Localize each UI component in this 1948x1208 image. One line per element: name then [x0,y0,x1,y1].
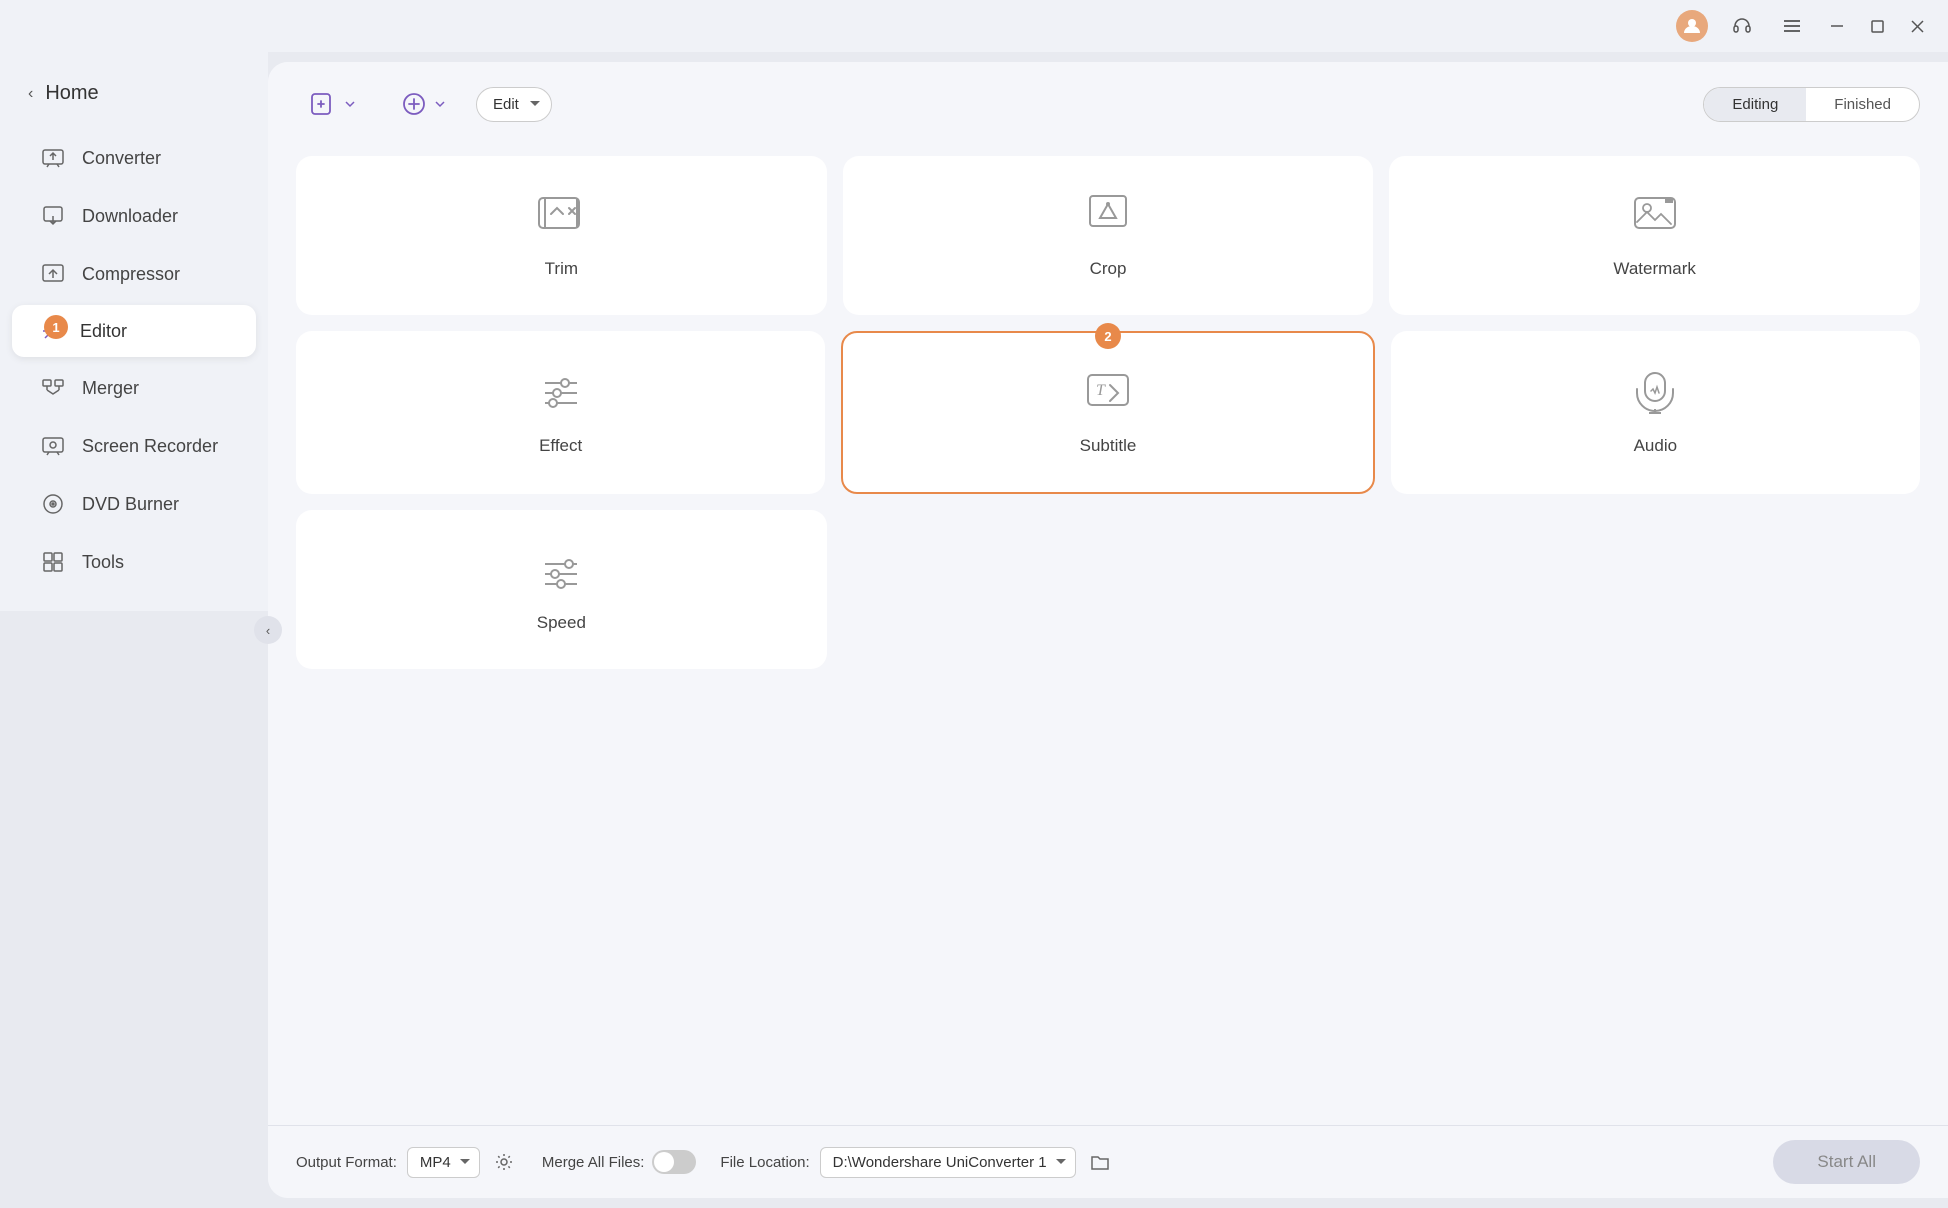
grid-row-3: Speed [296,510,1920,669]
tab-finished[interactable]: Finished [1806,88,1919,121]
converter-label: Converter [82,148,161,169]
add-file-button-1[interactable] [296,82,370,126]
bottom-bar: Output Format: MP4 Merge All Files: File… [268,1125,1948,1198]
downloader-icon [40,203,66,229]
toolbar: Edit Editing Finished [268,62,1948,146]
sidebar-wrapper: ‹ Home Converter Downloader [0,52,268,1208]
trim-icon [535,192,587,249]
dvd-burner-label: DVD Burner [82,494,179,515]
subtitle-icon: T [1082,369,1134,426]
screen-recorder-label: Screen Recorder [82,436,218,457]
editor-label: Editor [80,321,127,342]
watermark-card[interactable]: Watermark [1389,156,1920,315]
sidebar-item-tools[interactable]: Tools [12,535,256,589]
main-content: Edit Editing Finished [268,62,1948,1198]
close-button[interactable] [1906,15,1928,37]
speed-label: Speed [537,613,586,633]
editor-icon-wrapper: 1 [40,319,64,343]
output-settings-icon[interactable] [490,1148,518,1176]
sidebar-home[interactable]: ‹ Home [0,72,268,129]
compressor-label: Compressor [82,264,180,285]
trim-label: Trim [545,259,578,279]
empty-card-2 [1389,510,1920,669]
sidebar-home-label: Home [45,82,98,105]
sidebar-item-dvd-burner[interactable]: DVD Burner [12,477,256,531]
speed-icon [535,546,587,603]
downloader-label: Downloader [82,206,178,227]
headphone-icon[interactable] [1726,10,1758,42]
grid-row-2: Effect 2 T Subtitle [296,331,1920,494]
output-format-select[interactable]: MP4 [407,1147,480,1178]
sidebar-collapse-button[interactable]: ‹ [254,616,282,644]
sidebar-item-downloader[interactable]: Downloader [12,189,256,243]
start-all-button[interactable]: Start All [1773,1140,1920,1184]
back-chevron-icon: ‹ [28,85,33,103]
minimize-button[interactable] [1826,15,1848,37]
screen-recorder-icon [40,433,66,459]
file-location-label: File Location: [720,1154,809,1171]
merger-label: Merger [82,378,139,399]
folder-icon[interactable] [1086,1148,1114,1176]
title-bar [0,0,1948,52]
grid-row-1: Trim Crop [296,156,1920,315]
file-location-select[interactable]: D:\Wondershare UniConverter 1 [820,1147,1076,1178]
output-format-label: Output Format: [296,1154,397,1171]
effect-card[interactable]: Effect [296,331,825,494]
crop-icon [1082,192,1134,249]
sidebar-item-editor[interactable]: 1 Editor [12,305,256,357]
compressor-icon [40,261,66,287]
empty-card-1 [843,510,1374,669]
tab-group: Editing Finished [1703,87,1920,122]
menu-icon[interactable] [1776,10,1808,42]
converter-icon [40,145,66,171]
crop-card[interactable]: Crop [843,156,1374,315]
audio-icon [1629,369,1681,426]
tools-label: Tools [82,552,124,573]
add-file-button-2[interactable] [386,82,460,126]
output-format-field: Output Format: MP4 [296,1147,518,1178]
sidebar-item-merger[interactable]: Merger [12,361,256,415]
effect-icon [535,369,587,426]
editor-badge: 1 [44,315,68,339]
merge-all-files-field: Merge All Files: [542,1150,697,1174]
merge-toggle-switch[interactable] [652,1150,696,1174]
merger-icon [40,375,66,401]
title-bar-icons [1676,10,1928,42]
svg-text:T: T [1096,382,1106,399]
sidebar-item-converter[interactable]: Converter [12,131,256,185]
audio-card[interactable]: Audio [1391,331,1920,494]
app-body: ‹ Home Converter Downloader [0,52,1948,1208]
sidebar: ‹ Home Converter Downloader [0,52,268,611]
sidebar-item-screen-recorder[interactable]: Screen Recorder [12,419,256,473]
watermark-label: Watermark [1613,259,1696,279]
watermark-icon [1629,192,1681,249]
file-location-field: File Location: D:\Wondershare UniConvert… [720,1147,1113,1178]
tab-editing[interactable]: Editing [1704,88,1806,121]
merge-label: Merge All Files: [542,1154,645,1171]
tools-icon [40,549,66,575]
dvd-burner-icon [40,491,66,517]
maximize-button[interactable] [1866,15,1888,37]
sidebar-item-compressor[interactable]: Compressor [12,247,256,301]
grid-container: Trim Crop [268,146,1948,1125]
audio-label: Audio [1634,436,1677,456]
trim-card[interactable]: Trim [296,156,827,315]
crop-label: Crop [1090,259,1127,279]
edit-dropdown[interactable]: Edit [476,87,552,122]
subtitle-label: Subtitle [1080,436,1137,456]
subtitle-badge: 2 [1095,323,1121,349]
user-icon[interactable] [1676,10,1708,42]
subtitle-card[interactable]: 2 T Subtitle [841,331,1374,494]
speed-card[interactable]: Speed [296,510,827,669]
effect-label: Effect [539,436,582,456]
